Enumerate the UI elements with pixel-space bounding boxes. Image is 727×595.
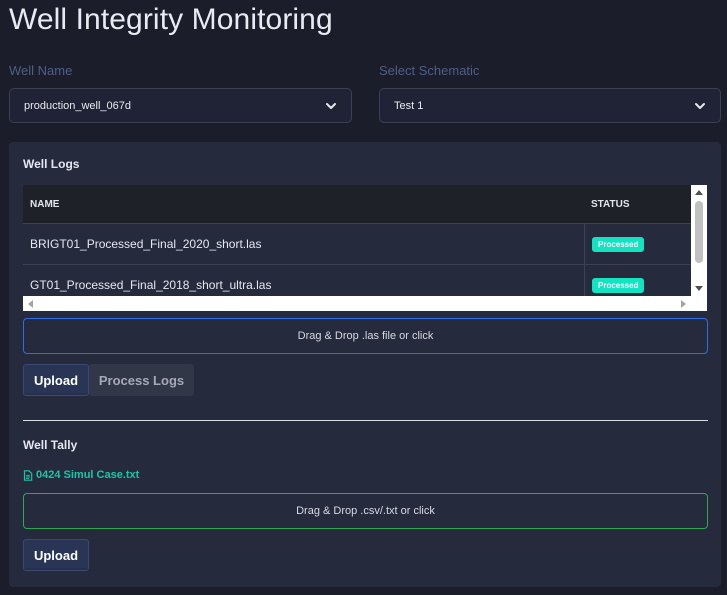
upload-logs-button[interactable]: Upload <box>23 364 89 396</box>
schematic-value: Test 1 <box>394 99 424 112</box>
status-badge: Processed <box>592 277 645 293</box>
scroll-left-icon[interactable] <box>26 299 36 309</box>
status-badge: Processed <box>592 236 645 252</box>
page-title: Well Integrity Monitoring <box>9 3 333 36</box>
well-logs-table: NAME STATUS BRIGT01_Processed_Final_2020… <box>23 185 707 311</box>
schematic-label: Select Schematic <box>379 63 480 78</box>
file-icon <box>23 469 33 481</box>
log-file-name: BRIGT01_Processed_Final_2020_short.las <box>30 237 262 251</box>
well-name-label: Well Name <box>9 63 73 78</box>
table-row[interactable]: GT01_Processed_Final_2018_short_ultra.la… <box>23 264 691 296</box>
table-header: NAME STATUS <box>23 185 691 223</box>
chevron-down-icon <box>695 102 705 109</box>
process-logs-button[interactable]: Process Logs <box>89 364 194 396</box>
status-cell: Processed <box>584 224 691 264</box>
csv-dropzone[interactable]: Drag & Drop .csv/.txt or click <box>23 493 708 529</box>
upload-tally-button[interactable]: Upload <box>23 539 89 571</box>
log-file-name: GT01_Processed_Final_2018_short_ultra.la… <box>30 278 272 292</box>
section-divider <box>23 420 708 421</box>
scrollbar-thumb[interactable] <box>695 201 703 263</box>
column-header-name: NAME <box>30 198 60 210</box>
scroll-right-icon[interactable] <box>678 299 688 309</box>
scroll-up-icon[interactable] <box>694 188 704 198</box>
well-tally-title: Well Tally <box>23 438 78 452</box>
tally-file-link[interactable]: 0424 Simul Case.txt <box>23 469 139 481</box>
well-name-select[interactable]: production_well_067d <box>9 88 352 123</box>
tally-file-name: 0424 Simul Case.txt <box>36 469 140 481</box>
status-cell: Processed <box>584 265 691 296</box>
main-panel: Well Logs NAME STATUS BRIGT01_Processed_… <box>9 142 721 587</box>
las-dropzone[interactable]: Drag & Drop .las file or click <box>23 318 708 354</box>
horizontal-scrollbar[interactable] <box>23 296 691 311</box>
vertical-scrollbar[interactable] <box>691 185 707 296</box>
well-name-value: production_well_067d <box>24 99 132 112</box>
table-row[interactable]: BRIGT01_Processed_Final_2020_short.las P… <box>23 223 691 264</box>
scroll-down-icon[interactable] <box>694 283 704 293</box>
schematic-select[interactable]: Test 1 <box>379 88 721 123</box>
column-header-status: STATUS <box>591 198 630 210</box>
chevron-down-icon <box>326 102 336 109</box>
table-viewport: NAME STATUS BRIGT01_Processed_Final_2020… <box>23 185 691 296</box>
well-logs-title: Well Logs <box>23 157 80 171</box>
